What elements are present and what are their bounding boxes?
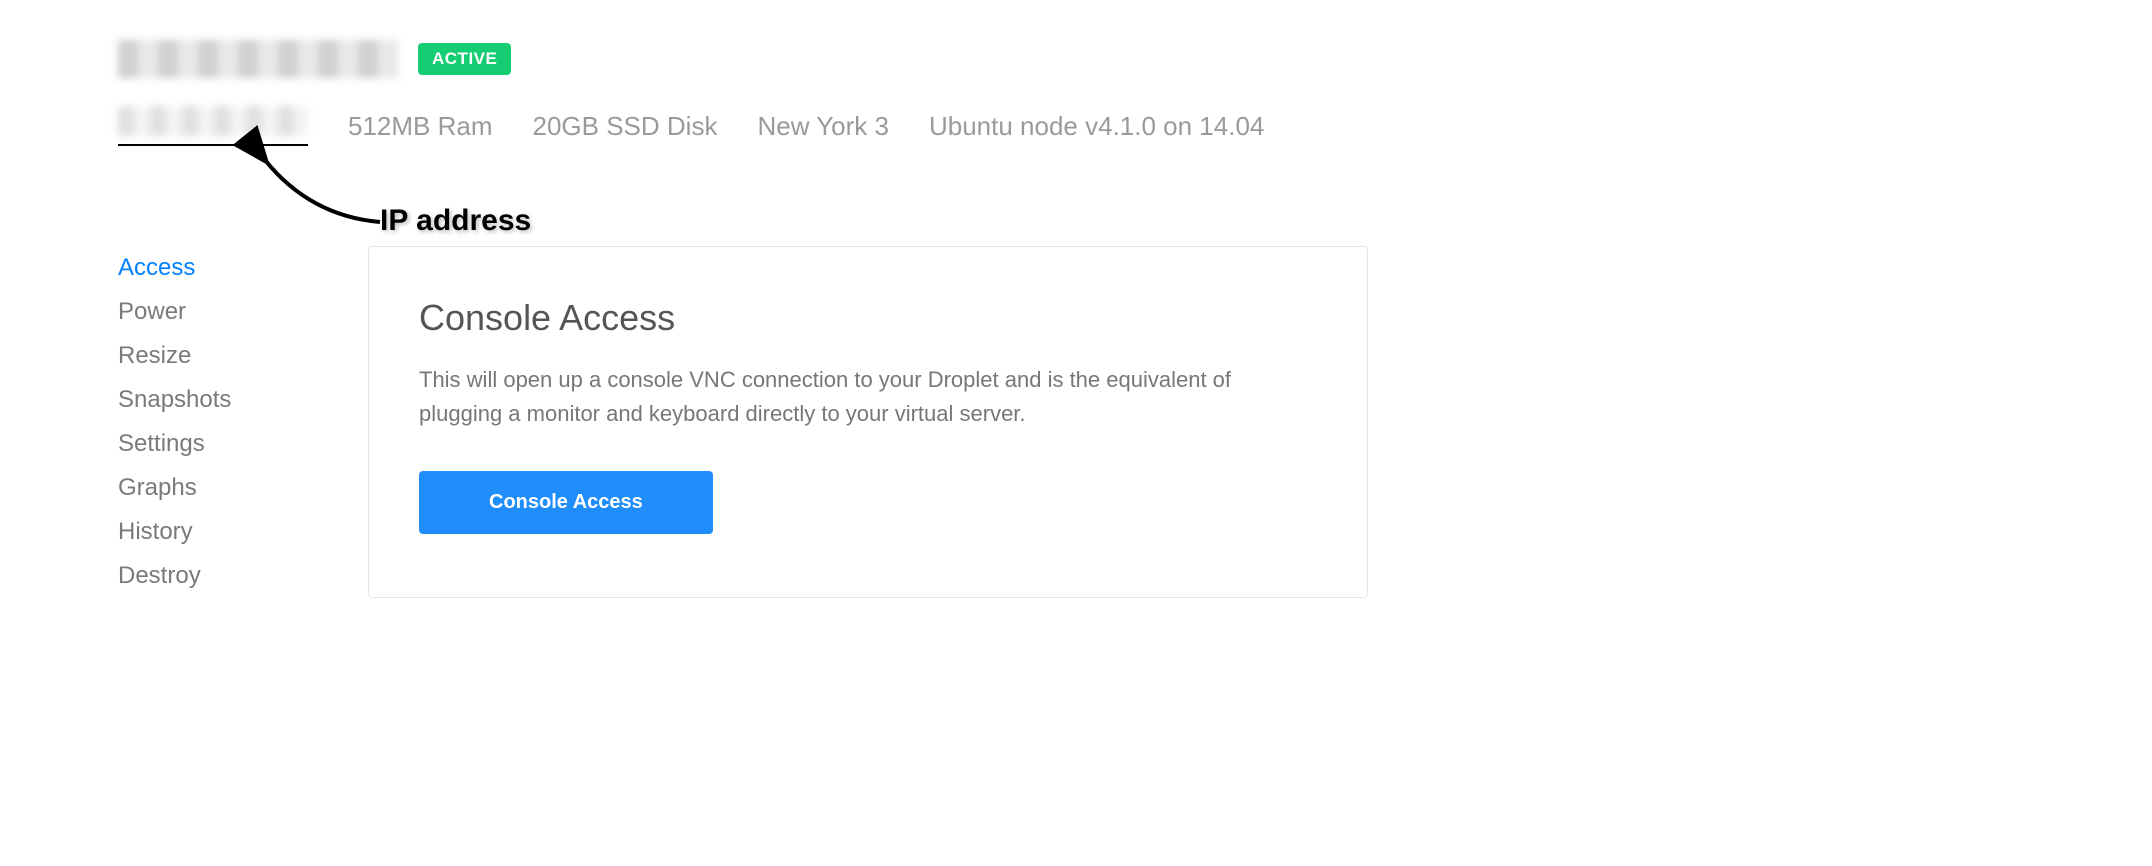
- sidebar: Access Power Resize Snapshots Settings G…: [118, 246, 368, 598]
- stat-disk: 20GB SSD Disk: [533, 111, 718, 142]
- sidebar-item-power[interactable]: Power: [118, 290, 368, 334]
- sidebar-item-resize[interactable]: Resize: [118, 334, 368, 378]
- main-area: Access Power Resize Snapshots Settings G…: [60, 246, 2092, 598]
- status-badge: ACTIVE: [418, 43, 511, 75]
- sidebar-item-graphs[interactable]: Graphs: [118, 466, 368, 510]
- annotation-label: IP address: [380, 204, 531, 238]
- panel-title: Console Access: [419, 297, 1317, 339]
- panel-description: This will open up a console VNC connecti…: [419, 363, 1317, 431]
- sidebar-item-snapshots[interactable]: Snapshots: [118, 378, 368, 422]
- sidebar-item-access[interactable]: Access: [118, 246, 368, 290]
- droplet-name-redacted: [118, 40, 398, 78]
- annotation-arrow-wrap: IP address: [230, 156, 570, 246]
- stats-row: 512MB Ram 20GB SSD Disk New York 3 Ubunt…: [60, 106, 2092, 146]
- sidebar-item-destroy[interactable]: Destroy: [118, 554, 368, 598]
- stat-region: New York 3: [757, 111, 889, 142]
- ip-address-redacted: [118, 106, 308, 146]
- content-panel: Console Access This will open up a conso…: [368, 246, 1368, 598]
- stat-image: Ubuntu node v4.1.0 on 14.04: [929, 111, 1264, 142]
- stat-ram: 512MB Ram: [348, 111, 493, 142]
- sidebar-item-settings[interactable]: Settings: [118, 422, 368, 466]
- console-access-button[interactable]: Console Access: [419, 471, 713, 534]
- header-row: ACTIVE: [60, 40, 2092, 78]
- sidebar-item-history[interactable]: History: [118, 510, 368, 554]
